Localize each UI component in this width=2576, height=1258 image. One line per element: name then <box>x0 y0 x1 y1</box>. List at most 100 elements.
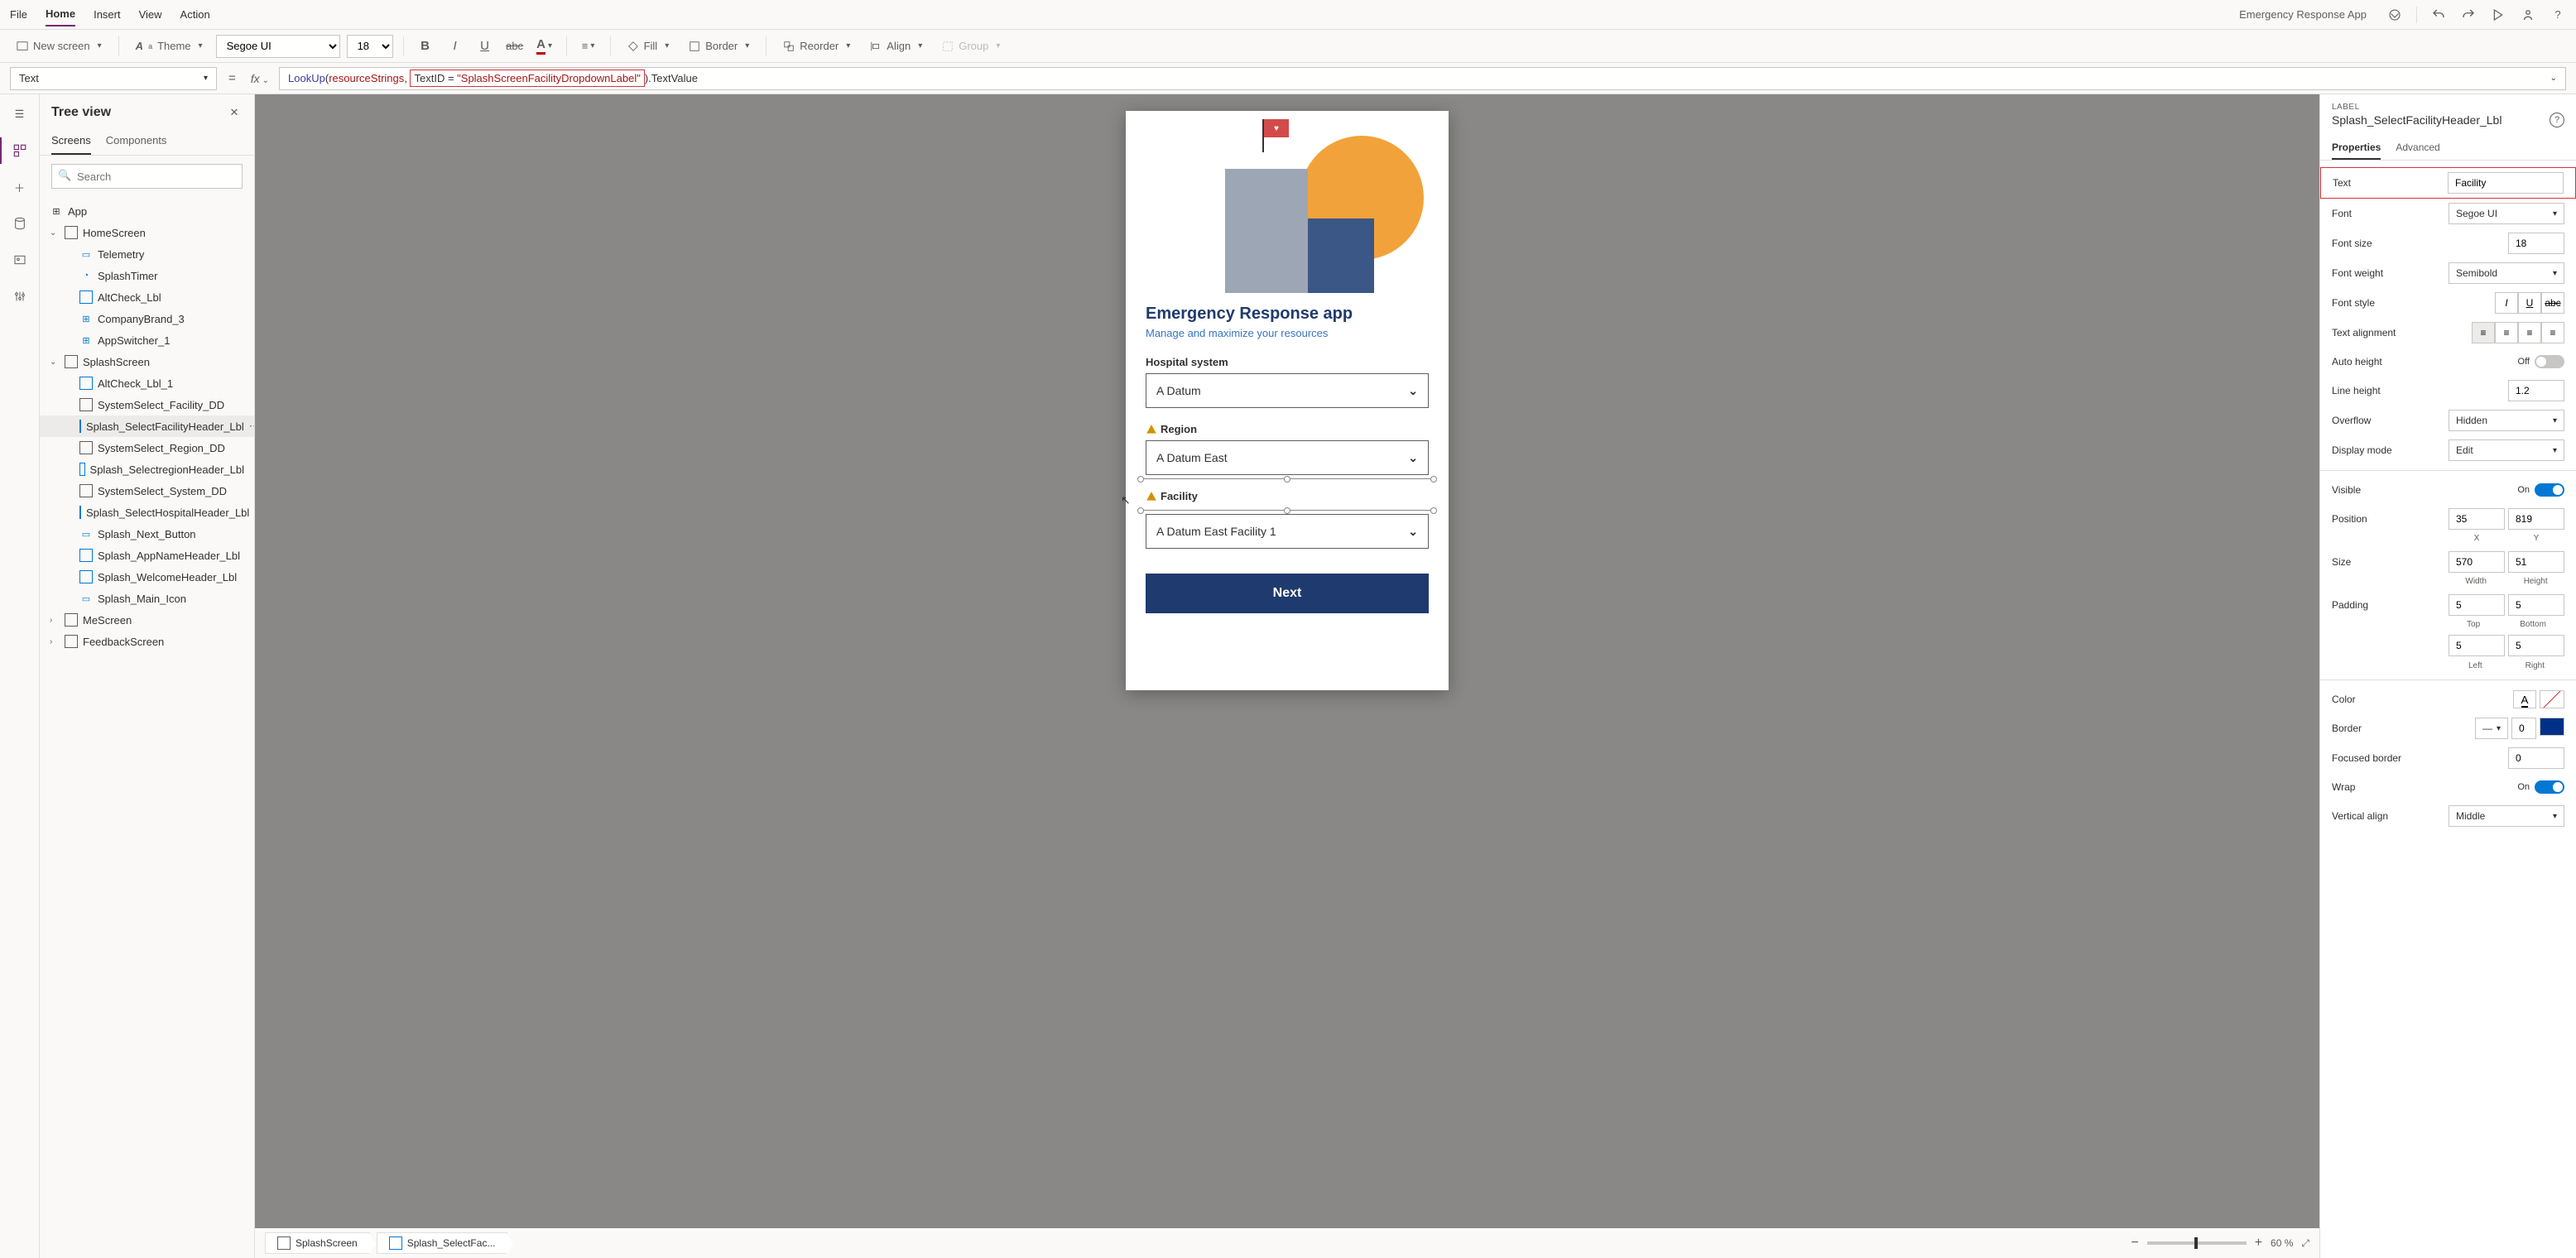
tree-node-appswitcher[interactable]: ⊞AppSwitcher_1 <box>40 329 254 351</box>
prop-pad-top-input[interactable] <box>2449 594 2505 616</box>
zoom-out-button[interactable]: − <box>2131 1236 2138 1251</box>
font-color-button[interactable]: A▾ <box>533 35 556 58</box>
align-button[interactable]: Align▾ <box>863 36 929 55</box>
border-button[interactable]: Border▾ <box>682 36 756 55</box>
tree-node-region-dd[interactable]: SystemSelect_Region_DD <box>40 437 254 459</box>
share-icon[interactable] <box>2520 7 2536 23</box>
hamburger-icon[interactable]: ☰ <box>10 104 30 124</box>
wrap-toggle[interactable] <box>2535 780 2564 794</box>
prop-displaymode-select[interactable]: Edit▾ <box>2449 439 2564 461</box>
tree-node-feedbackscreen[interactable]: ›FeedbackScreen <box>40 631 254 652</box>
fill-button[interactable]: Fill▾ <box>621 36 676 55</box>
bold-button[interactable]: B <box>414 35 437 58</box>
breadcrumb-screen[interactable]: SplashScreen <box>265 1232 370 1254</box>
prop-pad-right-input[interactable] <box>2508 635 2564 656</box>
border-style-select[interactable]: —▾ <box>2475 718 2508 739</box>
italic-button[interactable]: I <box>444 35 467 58</box>
tree-node-splashscreen[interactable]: ⌄SplashScreen <box>40 351 254 372</box>
undo-icon[interactable] <box>2430 7 2447 23</box>
strikethrough-button[interactable]: abc <box>503 35 526 58</box>
tree-node-region-header[interactable]: Splash_SelectregionHeader_Lbl <box>40 459 254 480</box>
zoom-in-button[interactable]: + <box>2255 1236 2262 1251</box>
tab-screens[interactable]: Screens <box>51 127 91 155</box>
font-size-select[interactable]: 18 <box>347 35 393 58</box>
prop-overflow-select[interactable]: Hidden▾ <box>2449 410 2564 431</box>
prop-font-select[interactable]: Segoe UI▾ <box>2449 203 2564 224</box>
color-text-button[interactable]: A <box>2513 690 2536 708</box>
prop-fontweight-select[interactable]: Semibold▾ <box>2449 262 2564 284</box>
property-selector[interactable]: Text▾ <box>10 67 217 90</box>
data-icon[interactable] <box>10 214 30 233</box>
vertical-align-select[interactable]: Middle▾ <box>2449 805 2564 827</box>
tree-node-splashtimer[interactable]: ◔SplashTimer <box>40 265 254 286</box>
insert-icon[interactable]: ＋ <box>10 177 30 197</box>
play-icon[interactable] <box>2490 7 2506 23</box>
menu-file[interactable]: File <box>10 3 27 26</box>
autoheight-toggle[interactable] <box>2535 355 2564 368</box>
media-icon[interactable] <box>10 250 30 270</box>
tree-node-system-dd[interactable]: SystemSelect_System_DD <box>40 480 254 502</box>
tab-components[interactable]: Components <box>106 127 167 155</box>
prop-textalign-buttons[interactable]: ≡≡≡≡ <box>2472 322 2564 343</box>
zoom-slider[interactable] <box>2147 1241 2247 1245</box>
search-input[interactable] <box>51 164 243 189</box>
tree-view-icon[interactable] <box>10 141 30 161</box>
menu-view[interactable]: View <box>139 3 162 26</box>
tree-node-companybrand[interactable]: ⊞CompanyBrand_3 <box>40 308 254 329</box>
facility-dropdown[interactable]: A Datum East Facility 1⌄ <box>1146 514 1429 549</box>
tree-node-next-button[interactable]: ▭Splash_Next_Button <box>40 523 254 545</box>
prop-pad-left-input[interactable] <box>2449 635 2505 656</box>
font-family-select[interactable]: Segoe UI <box>216 35 340 58</box>
theme-button[interactable]: Aa Theme▾ <box>129 36 209 55</box>
canvas[interactable]: ♥ Emergency Response app Manage and maxi… <box>255 94 2319 1258</box>
border-color-swatch[interactable] <box>2540 718 2564 736</box>
tree-node-homescreen[interactable]: ⌄HomeScreen <box>40 222 254 243</box>
breadcrumb-control[interactable]: Splash_SelectFac... <box>377 1232 508 1254</box>
fit-to-screen-icon[interactable]: ⤢ <box>2301 1237 2309 1250</box>
tree-node-facility-dd[interactable]: SystemSelect_Facility_DD <box>40 394 254 415</box>
close-icon[interactable]: ✕ <box>226 104 243 121</box>
more-icon[interactable]: ⋯ <box>249 420 254 433</box>
next-button[interactable]: Next <box>1146 574 1429 613</box>
environment-icon[interactable] <box>2386 7 2403 23</box>
tree-node-altcheck[interactable]: AltCheck_Lbl <box>40 286 254 308</box>
region-dropdown[interactable]: A Datum East⌄ <box>1146 440 1429 475</box>
underline-button[interactable]: U <box>473 35 497 58</box>
tab-advanced[interactable]: Advanced <box>2396 137 2439 160</box>
menu-insert[interactable]: Insert <box>94 3 121 26</box>
new-screen-button[interactable]: New screen▾ <box>10 36 108 55</box>
tree-node-mescreen[interactable]: ›MeScreen <box>40 609 254 631</box>
prop-width-input[interactable] <box>2449 551 2505 573</box>
fx-icon[interactable]: fx⌄ <box>248 72 272 85</box>
prop-x-input[interactable] <box>2449 508 2505 530</box>
prop-height-input[interactable] <box>2508 551 2564 573</box>
border-width-input[interactable] <box>2511 718 2536 739</box>
focused-border-input[interactable] <box>2508 747 2564 769</box>
prop-fontstyle-buttons[interactable]: IUabc <box>2495 292 2564 314</box>
tree-node-app[interactable]: ⊞App <box>40 200 254 222</box>
prop-lineheight-input[interactable] <box>2508 380 2564 401</box>
help-icon[interactable]: ? <box>2550 113 2564 127</box>
tree-node-telemetry[interactable]: ▭Telemetry <box>40 243 254 265</box>
tree-node-altcheck1[interactable]: AltCheck_Lbl_1 <box>40 372 254 394</box>
prop-y-input[interactable] <box>2508 508 2564 530</box>
help-icon[interactable]: ? <box>2550 7 2566 23</box>
redo-icon[interactable] <box>2460 7 2477 23</box>
visible-toggle[interactable] <box>2535 483 2564 497</box>
color-swatch[interactable] <box>2540 690 2564 708</box>
text-align-button[interactable]: ≡▾ <box>577 35 600 58</box>
menu-home[interactable]: Home <box>46 2 75 26</box>
tree-node-welcome-header[interactable]: Splash_WelcomeHeader_Lbl <box>40 566 254 588</box>
menu-action[interactable]: Action <box>180 3 210 26</box>
tab-properties[interactable]: Properties <box>2332 137 2381 160</box>
hospital-dropdown[interactable]: A Datum⌄ <box>1146 373 1429 408</box>
prop-fontsize-input[interactable] <box>2508 233 2564 254</box>
reorder-button[interactable]: Reorder▾ <box>776 36 857 55</box>
tree-node-facility-header[interactable]: Splash_SelectFacilityHeader_Lbl⋯ <box>40 415 254 437</box>
advanced-tools-icon[interactable] <box>10 286 30 306</box>
tree-node-main-icon[interactable]: ▭Splash_Main_Icon <box>40 588 254 609</box>
formula-input[interactable]: LookUp(resourceStrings, TextID = "Splash… <box>279 67 2566 90</box>
prop-text-input[interactable] <box>2448 172 2564 194</box>
tree-node-hospital-header[interactable]: Splash_SelectHospitalHeader_Lbl <box>40 502 254 523</box>
prop-pad-bottom-input[interactable] <box>2508 594 2564 616</box>
